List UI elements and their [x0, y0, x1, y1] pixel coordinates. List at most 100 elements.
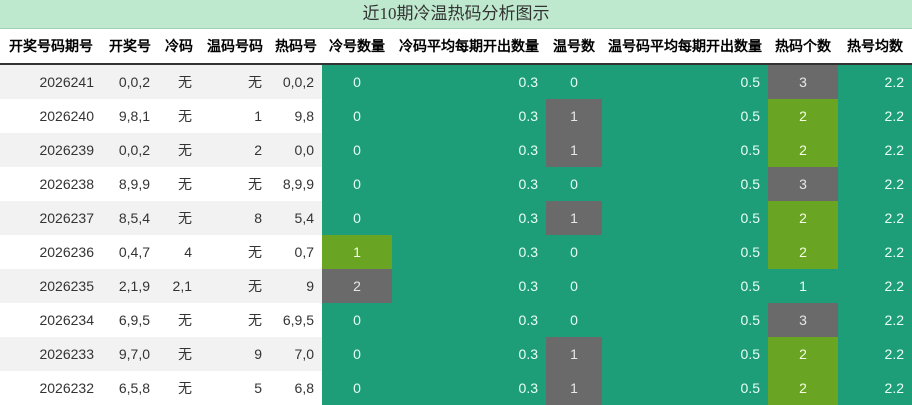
- cold-cell: 2,1: [158, 269, 200, 303]
- cold-count-cell: 0: [322, 167, 392, 201]
- cold-cell: 无: [158, 167, 200, 201]
- draw-cell: 0,4,7: [102, 235, 158, 269]
- warm-count-cell: 0: [546, 235, 602, 269]
- analysis-table: 开奖号码期号 开奖号 冷码 温码号码 热码号 冷号数量 冷码平均每期开出数量 温号数 温号码平均…: [0, 29, 912, 405]
- column-header: 开奖号码期号: [0, 29, 102, 64]
- table-row: 2026237 8,5,4 无 8 5,4 0 0.3 1 0.5 2 2.2: [0, 201, 912, 235]
- column-header: 热号均数: [838, 29, 912, 64]
- column-header: 热码个数: [768, 29, 838, 64]
- warm-avg-cell: 0.5: [602, 235, 768, 269]
- cold-avg-cell: 0.3: [392, 167, 546, 201]
- warm-count-cell: 0: [546, 269, 602, 303]
- hot-cell: 0,0: [270, 133, 322, 167]
- draw-cell: 2,1,9: [102, 269, 158, 303]
- warm-count-cell: 0: [546, 303, 602, 337]
- column-header: 热码号: [270, 29, 322, 64]
- hot-count-cell: 2: [768, 235, 838, 269]
- warm-cell: 2: [200, 133, 270, 167]
- hot-avg-cell: 2.2: [838, 167, 912, 201]
- hot-cell: 9,8: [270, 99, 322, 133]
- draw-cell: 0,0,2: [102, 133, 158, 167]
- draw-cell: 6,9,5: [102, 303, 158, 337]
- cold-avg-cell: 0.3: [392, 303, 546, 337]
- draw-cell: 9,7,0: [102, 337, 158, 371]
- warm-count-cell: 1: [546, 337, 602, 371]
- warm-avg-cell: 0.5: [602, 64, 768, 99]
- warm-count-cell: 0: [546, 64, 602, 99]
- period-cell: 2026235: [0, 269, 102, 303]
- draw-cell: 8,5,4: [102, 201, 158, 235]
- hot-count-cell: 3: [768, 303, 838, 337]
- warm-count-cell: 0: [546, 167, 602, 201]
- cold-count-cell: 0: [322, 371, 392, 405]
- warm-avg-cell: 0.5: [602, 269, 768, 303]
- hot-cell: 5,4: [270, 201, 322, 235]
- cold-cell: 无: [158, 371, 200, 405]
- warm-cell: 无: [200, 235, 270, 269]
- cold-cell: 4: [158, 235, 200, 269]
- period-cell: 2026233: [0, 337, 102, 371]
- hot-avg-cell: 2.2: [838, 201, 912, 235]
- cold-cell: 无: [158, 133, 200, 167]
- cold-avg-cell: 0.3: [392, 64, 546, 99]
- warm-cell: 8: [200, 201, 270, 235]
- warm-cell: 无: [200, 269, 270, 303]
- table-row: 2026241 0,0,2 无无 0,0,2 0 0.3 0 0.5 3 2.2: [0, 64, 912, 99]
- cold-count-cell: 0: [322, 337, 392, 371]
- period-cell: 2026234: [0, 303, 102, 337]
- cold-avg-cell: 0.3: [392, 99, 546, 133]
- analysis-panel: 近10期冷温热码分析图示 开奖号码期号 开奖号 冷码 温码号码 热码号 冷号数量 冷码平均每…: [0, 0, 912, 405]
- cold-count-cell: 2: [322, 269, 392, 303]
- cold-cell: 无: [158, 99, 200, 133]
- warm-cell: 无: [200, 167, 270, 201]
- cold-avg-cell: 0.3: [392, 201, 546, 235]
- hot-count-cell: 1: [768, 269, 838, 303]
- period-cell: 2026237: [0, 201, 102, 235]
- column-header: 冷号数量: [322, 29, 392, 64]
- hot-avg-cell: 2.2: [838, 269, 912, 303]
- warm-avg-cell: 0.5: [602, 201, 768, 235]
- column-header: 温号数: [546, 29, 602, 64]
- hot-count-cell: 2: [768, 371, 838, 405]
- hot-avg-cell: 2.2: [838, 337, 912, 371]
- table-row: 2026239 0,0,2 无 2 0,0 0 0.3 1 0.5 2 2.2: [0, 133, 912, 167]
- hot-avg-cell: 2.2: [838, 371, 912, 405]
- page-title: 近10期冷温热码分析图示: [0, 0, 912, 29]
- warm-cell: 无: [200, 64, 270, 99]
- table-row: 2026232 6,5,8 无 5 6,8 0 0.3 1 0.5 2 2.2: [0, 371, 912, 405]
- column-header: 开奖号: [102, 29, 158, 64]
- hot-avg-cell: 2.2: [838, 64, 912, 99]
- warm-avg-cell: 0.5: [602, 99, 768, 133]
- warm-cell: 9: [200, 337, 270, 371]
- cold-count-cell: 0: [322, 133, 392, 167]
- column-header: 冷码: [158, 29, 200, 64]
- period-cell: 2026241: [0, 64, 102, 99]
- cold-avg-cell: 0.3: [392, 337, 546, 371]
- warm-count-cell: 1: [546, 371, 602, 405]
- table-body: 2026241 0,0,2 无无 0,0,2 0 0.3 0 0.5 3 2.2 2026240 9,…: [0, 64, 912, 405]
- cold-avg-cell: 0.3: [392, 235, 546, 269]
- cold-count-cell: 0: [322, 201, 392, 235]
- column-header: 温码号码: [200, 29, 270, 64]
- warm-avg-cell: 0.5: [602, 303, 768, 337]
- table-row: 2026238 8,9,9 无无 8,9,9 0 0.3 0 0.5 3 2.2: [0, 167, 912, 201]
- cold-count-cell: 0: [322, 99, 392, 133]
- draw-cell: 6,5,8: [102, 371, 158, 405]
- cold-cell: 无: [158, 337, 200, 371]
- table-row: 2026240 9,8,1 无 1 9,8 0 0.3 1 0.5 2 2.2: [0, 99, 912, 133]
- warm-avg-cell: 0.5: [602, 167, 768, 201]
- table-row: 2026233 9,7,0 无 9 7,0 0 0.3 1 0.5 2 2.2: [0, 337, 912, 371]
- cold-count-cell: 0: [322, 64, 392, 99]
- hot-cell: 7,0: [270, 337, 322, 371]
- period-cell: 2026236: [0, 235, 102, 269]
- cold-avg-cell: 0.3: [392, 269, 546, 303]
- cold-avg-cell: 0.3: [392, 133, 546, 167]
- warm-count-cell: 1: [546, 99, 602, 133]
- period-cell: 2026239: [0, 133, 102, 167]
- cold-cell: 无: [158, 64, 200, 99]
- hot-count-cell: 2: [768, 201, 838, 235]
- draw-cell: 0,0,2: [102, 64, 158, 99]
- hot-count-cell: 3: [768, 64, 838, 99]
- warm-cell: 5: [200, 371, 270, 405]
- draw-cell: 8,9,9: [102, 167, 158, 201]
